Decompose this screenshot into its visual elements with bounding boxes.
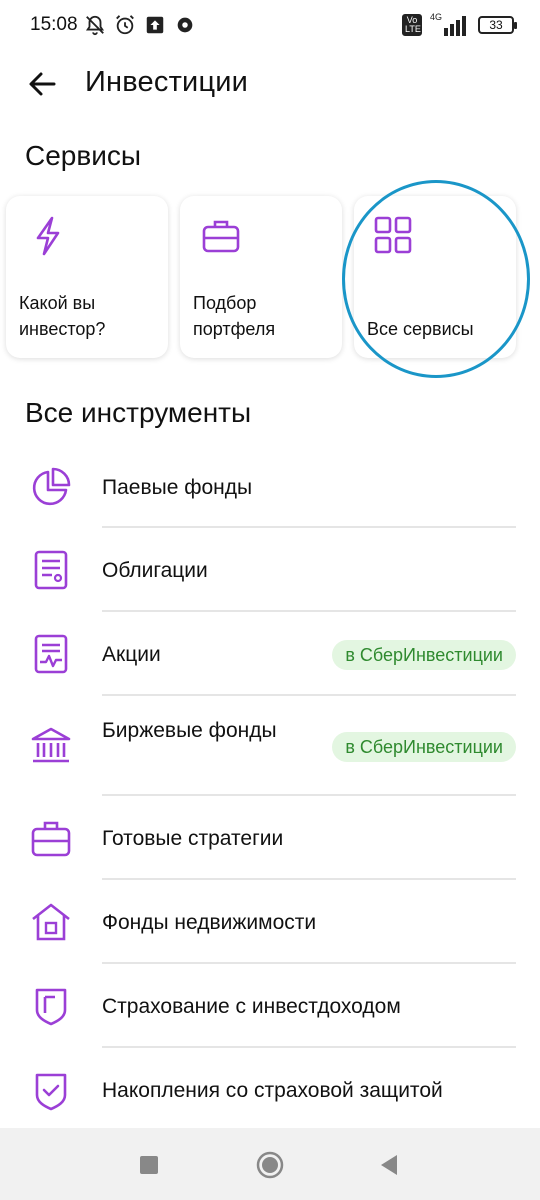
service-card-label: Все сервисы bbox=[367, 319, 474, 339]
service-card-investor-type[interactable]: Какой вы инвестор? bbox=[6, 196, 168, 358]
grid-icon bbox=[374, 216, 412, 254]
status-icons-left bbox=[84, 14, 196, 36]
service-card-label: Подбор портфеля bbox=[193, 293, 276, 339]
battery-icon: 33 bbox=[478, 16, 517, 34]
list-item-real-estate-funds[interactable]: Фонды недвижимости bbox=[0, 880, 540, 964]
volte-icon: Vo LTE bbox=[402, 14, 422, 36]
briefcase-icon bbox=[202, 220, 240, 253]
triangle-back-icon bbox=[381, 1155, 397, 1175]
list-item-stocks[interactable]: Акции в СберИнвестиции bbox=[0, 612, 540, 696]
shield-check-icon bbox=[35, 1073, 67, 1111]
app-notification-icon bbox=[177, 17, 193, 33]
status-icons-right: Vo LTE 4G 33 bbox=[402, 12, 517, 36]
stock-document-icon bbox=[34, 634, 68, 674]
page-title: Инвестиции bbox=[85, 66, 249, 98]
list-item-etf[interactable]: Биржевые фонды в СберИнвестиции bbox=[0, 696, 540, 796]
alarm-icon bbox=[116, 15, 134, 35]
list-item-label: Накопления со страховой защитой bbox=[102, 1079, 443, 1102]
signal-icon: 4G bbox=[430, 12, 470, 36]
house-icon bbox=[32, 903, 70, 941]
bond-document-icon bbox=[34, 550, 68, 590]
list-item-label: Биржевые фонды bbox=[102, 719, 277, 742]
list-item-investment-insurance[interactable]: Страхование с инвестдоходом bbox=[0, 964, 540, 1048]
back-nav-button[interactable] bbox=[374, 1150, 404, 1180]
list-item-label: Облигации bbox=[102, 559, 208, 582]
arrow-left-icon bbox=[29, 72, 56, 96]
bell-muted-icon bbox=[85, 15, 105, 36]
status-bar: 15:08 Vo LTE 4G 33 bbox=[0, 0, 540, 52]
pie-chart-icon bbox=[32, 467, 71, 506]
service-card-all-services[interactable]: Все сервисы bbox=[354, 196, 516, 358]
recent-apps-button[interactable] bbox=[134, 1150, 164, 1180]
shield-icon bbox=[35, 988, 67, 1026]
lightning-icon bbox=[36, 216, 60, 256]
list-item-label: Страхование с инвестдоходом bbox=[102, 995, 401, 1018]
upload-icon bbox=[146, 16, 164, 34]
status-time: 15:08 bbox=[30, 14, 78, 35]
sberinvest-badge: в СберИнвестиции bbox=[332, 732, 516, 762]
list-item-label: Акции bbox=[102, 643, 161, 666]
circle-icon bbox=[256, 1151, 284, 1179]
instruments-title: Все инструменты bbox=[25, 397, 252, 428]
service-card-label: Какой вы инвестор? bbox=[19, 293, 106, 339]
list-item-bonds[interactable]: Облигации bbox=[0, 528, 540, 612]
list-item-mutual-funds[interactable]: Паевые фонды bbox=[0, 448, 540, 528]
list-item-ready-strategies[interactable]: Готовые стратегии bbox=[0, 796, 540, 880]
list-item-label: Готовые стратегии bbox=[102, 827, 284, 850]
services-title: Сервисы bbox=[25, 140, 142, 171]
back-button[interactable] bbox=[22, 64, 62, 104]
home-button[interactable] bbox=[255, 1150, 285, 1180]
list-item-label: Паевые фонды bbox=[102, 476, 253, 499]
service-card-portfolio[interactable]: Подбор портфеля bbox=[180, 196, 342, 358]
list-item-label: Фонды недвижимости bbox=[102, 911, 317, 934]
square-icon bbox=[140, 1156, 158, 1174]
sberinvest-badge: в СберИнвестиции bbox=[332, 640, 516, 670]
exchange-building-icon bbox=[31, 727, 71, 763]
briefcase-icon bbox=[31, 821, 71, 857]
system-nav-bar bbox=[0, 1128, 540, 1200]
list-item-savings-insurance[interactable]: Накопления со страховой защитой bbox=[0, 1048, 540, 1128]
